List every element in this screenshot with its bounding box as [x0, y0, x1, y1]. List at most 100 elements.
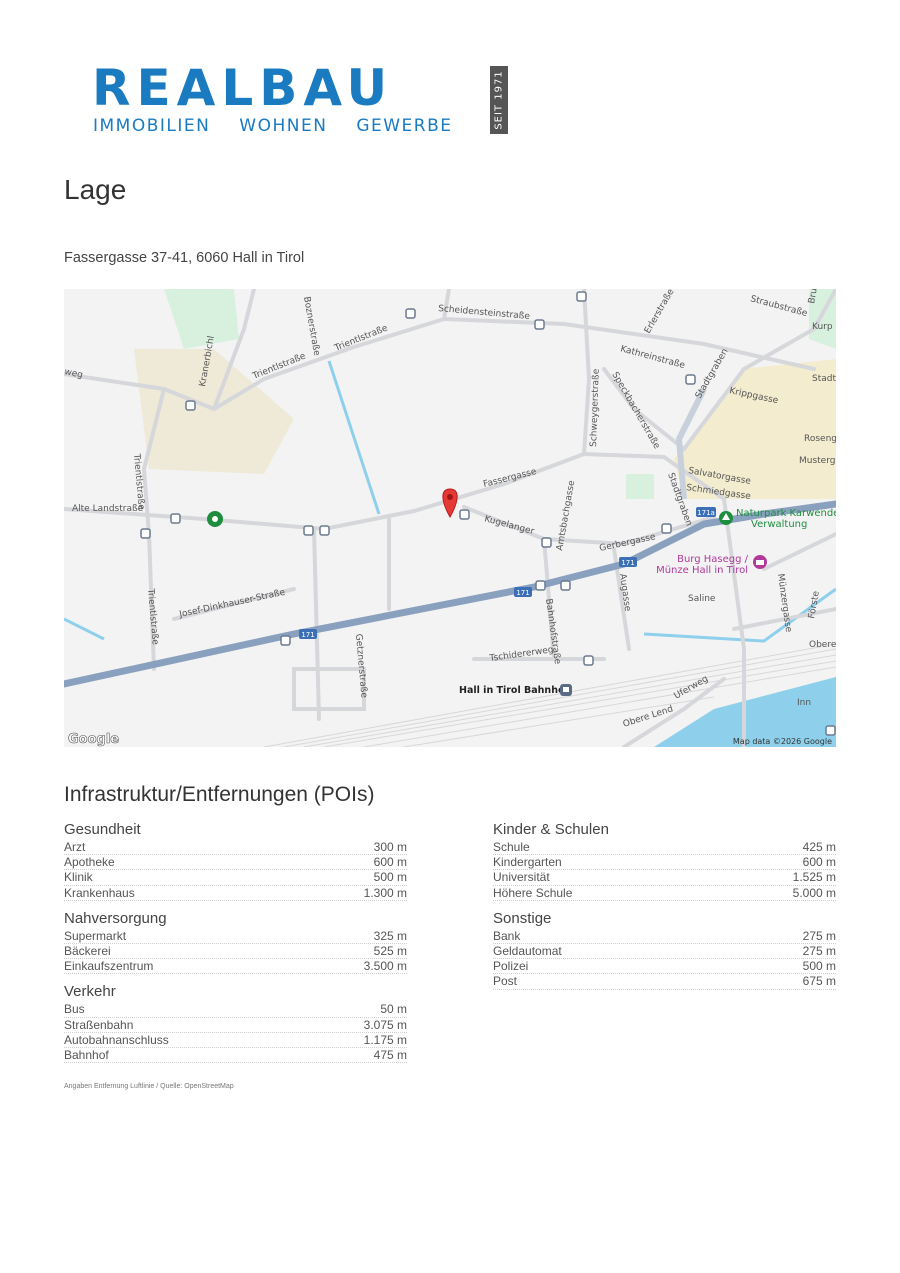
- poi-label: Schule: [493, 840, 530, 854]
- location-map[interactable]: Boznerstraße Trientlstraße Trientlstraße…: [64, 289, 836, 747]
- street-label: Tschidererweg: [488, 645, 554, 664]
- logo-seit-badge: SEIT 1971: [490, 66, 508, 134]
- street-label: Schweygerstraße: [589, 368, 602, 447]
- poi-column-left: Gesundheit Arzt 300 m Apotheke 600 m Klini…: [64, 820, 407, 1071]
- poi-label: Bank: [493, 928, 521, 943]
- poi-label: Münze Hall in Tirol: [656, 565, 748, 576]
- poi-row: Klinik 500 m: [64, 870, 407, 886]
- poi-group-gesundheit: Gesundheit Arzt 300 m Apotheke 600 m Klini…: [64, 820, 407, 901]
- poi-distance: 300 m: [373, 840, 407, 854]
- poi-distance: 3.075 m: [363, 1017, 407, 1032]
- poi-row: Kindergarten 600 m: [493, 855, 836, 871]
- poi-label: Burg Hasegg /: [677, 554, 749, 565]
- poi-distance: 325 m: [373, 928, 407, 943]
- street-label: Kugelanger: [483, 514, 535, 537]
- river-label: Inn: [797, 698, 811, 708]
- poi-label: Arzt: [64, 840, 86, 854]
- street-label: Erlerstraße: [643, 289, 677, 336]
- logo-wordmark: REALBAU: [92, 59, 394, 117]
- poi-row: Polizei 500 m: [493, 959, 836, 975]
- poi-distance: 1.300 m: [363, 885, 407, 900]
- route-shield: 171: [619, 557, 637, 567]
- museum-icon: [753, 555, 767, 569]
- poi-row: Universität 1.525 m: [493, 870, 836, 886]
- poi-group-nahversorgung: Nahversorgung Supermarkt 325 m Bäckerei 52…: [64, 909, 407, 975]
- poi-row: Krankenhaus 1.300 m: [64, 886, 407, 901]
- poi-label: Post: [493, 974, 518, 989]
- street-label: Getznerstraße: [353, 633, 369, 698]
- poi-distance: 475 m: [373, 1047, 407, 1062]
- poi-section-title: Infrastruktur/Entfernungen (POIs): [64, 783, 375, 806]
- poi-row: Bahnhof 475 m: [64, 1047, 407, 1064]
- svg-text:171a: 171a: [697, 509, 715, 517]
- canal: [327, 360, 381, 515]
- poi-label: Kindergarten: [493, 855, 562, 870]
- poi-distance: 5.000 m: [792, 885, 836, 900]
- logo-seit-text: SEIT 1971: [493, 70, 505, 130]
- poi-label: Höhere Schule: [493, 885, 573, 900]
- street-label: Musterg: [799, 456, 835, 466]
- street-label: Josef-Dinkhauser-Straße: [178, 588, 287, 621]
- poi-row: Post 675 m: [493, 974, 836, 990]
- poi-column-right: Kinder & Schulen Schule 425 m Kindergarte…: [493, 820, 836, 998]
- google-logo: Google: [68, 732, 119, 747]
- poi-label: Bahnhof: [64, 1047, 109, 1062]
- route-shield: 171: [299, 629, 317, 639]
- footnote: Angaben Entfernung Luftlinie / Quelle: O…: [64, 1083, 234, 1090]
- park-area-3: [626, 474, 654, 499]
- poi-group-sonstige: Sonstige Bank 275 m Geldautomat 275 m Poli…: [493, 909, 836, 990]
- logo-tagline: IMMOBILIEN WOHNEN GEWERBE: [93, 116, 475, 136]
- poi-distance: 425 m: [802, 840, 836, 854]
- poi-distance: 600 m: [373, 855, 407, 870]
- highway-171: [64, 500, 836, 688]
- poi-label: Krankenhaus: [64, 885, 135, 900]
- street-label: Kathreinstraße: [619, 344, 686, 371]
- street-label: Trientlstraße: [131, 452, 146, 510]
- poi-group-title: Kinder & Schulen: [493, 821, 609, 838]
- poi-label: Naturpark Karwendel: [736, 508, 836, 519]
- poi-marker-green: [207, 511, 223, 527]
- poi-group-verkehr: Verkehr Bus 50 m Straßenbahn 3.075 m Autob…: [64, 982, 407, 1064]
- poi-distance: 1.525 m: [792, 870, 836, 885]
- street-label: Förste: [807, 590, 822, 620]
- poi-label: Klinik: [64, 870, 93, 885]
- poi-row: Bäckerei 525 m: [64, 943, 407, 960]
- svg-text:171: 171: [516, 589, 529, 597]
- street-label: Münzergasse: [775, 573, 793, 633]
- street-label: Alte Landstraße: [72, 504, 144, 514]
- poi-label: Autobahnanschluss: [64, 1032, 169, 1047]
- poi-label: Apotheke: [64, 855, 115, 870]
- page-title: Lage: [64, 174, 127, 205]
- street-label: Speckbacherstraße: [609, 371, 661, 452]
- poi-group-title: Nahversorgung: [64, 909, 167, 927]
- poi-label: Geldautomat: [493, 943, 562, 958]
- poi-row: Autobahnanschluss 1.175 m: [64, 1033, 407, 1048]
- poi-distance: 675 m: [802, 974, 836, 989]
- street-label: Kurp: [812, 322, 833, 332]
- poi-distance: 525 m: [373, 943, 407, 958]
- street-label: Trientlstraße: [145, 587, 160, 645]
- svg-text:171: 171: [621, 559, 634, 567]
- poi-label: Bäckerei: [64, 943, 111, 958]
- poi-row: Geldautomat 275 m: [493, 943, 836, 960]
- poi-label: Universität: [493, 870, 550, 885]
- tree-icon: [719, 511, 733, 525]
- street-label: Obere: [809, 640, 836, 650]
- poi-row: Höhere Schule 5.000 m: [493, 886, 836, 901]
- poi-distance: 500 m: [373, 870, 407, 885]
- stream: [64, 617, 105, 641]
- location-pin-icon[interactable]: [442, 488, 458, 519]
- street-label: Roseng: [804, 434, 836, 444]
- street-label: Straubstraße: [749, 294, 809, 319]
- poi-row: Straßenbahn 3.075 m: [64, 1018, 407, 1033]
- poi-label: Straßenbahn: [64, 1017, 134, 1032]
- svg-text:171: 171: [301, 631, 314, 639]
- poi-label: Supermarkt: [64, 928, 127, 943]
- poi-label: Verwaltung: [751, 519, 807, 530]
- logo-tagline-item: WOHNEN: [239, 116, 328, 136]
- poi-group-title: Verkehr: [64, 983, 116, 1001]
- poi-group-kinder-schulen: Kinder & Schulen Schule 425 m Kindergarte…: [493, 820, 836, 901]
- logo-tagline-item: GEWERBE: [356, 116, 453, 136]
- park-area: [164, 289, 239, 349]
- poi-distance: 50 m: [380, 1002, 407, 1017]
